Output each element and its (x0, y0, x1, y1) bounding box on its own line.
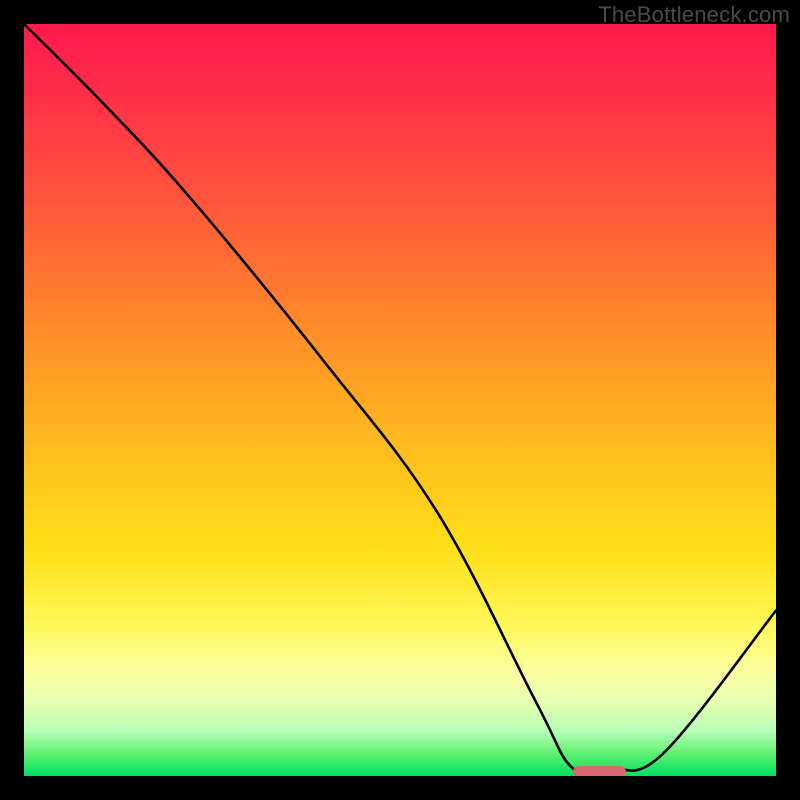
optimal-range-marker (573, 766, 626, 776)
plot-area (24, 24, 776, 776)
chart-container: TheBottleneck.com (0, 0, 800, 800)
bottleneck-curve (24, 24, 776, 776)
watermark-text: TheBottleneck.com (598, 2, 790, 28)
